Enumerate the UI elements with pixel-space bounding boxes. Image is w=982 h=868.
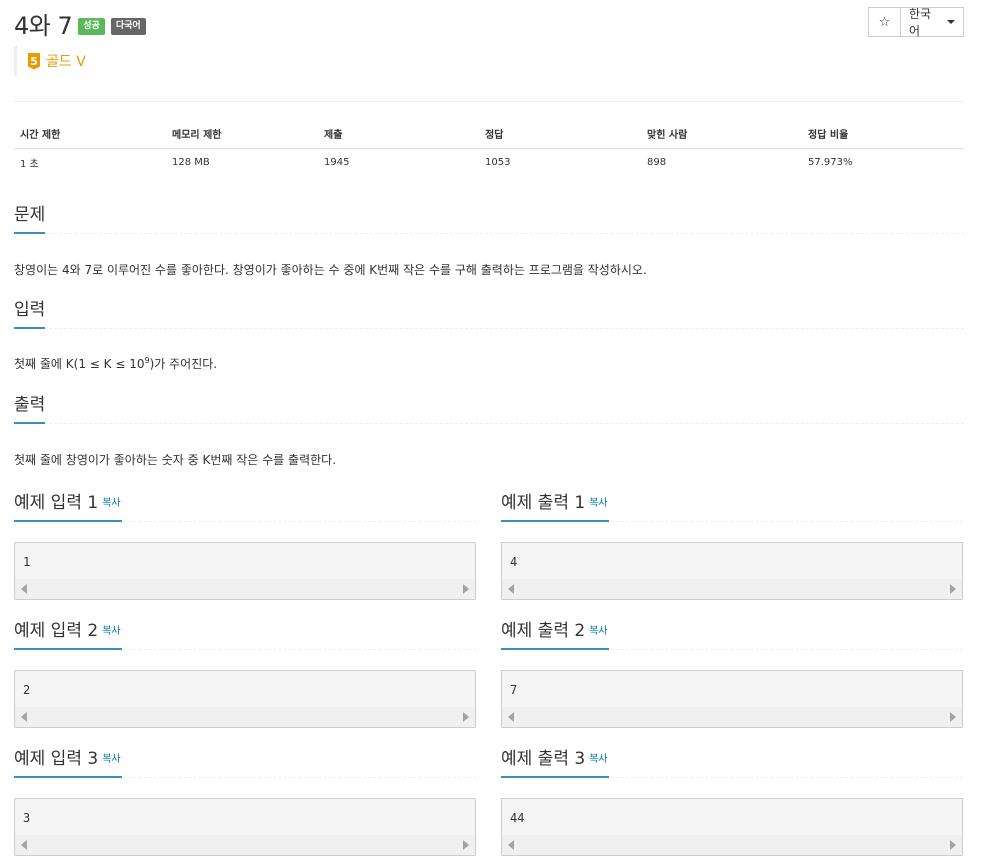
col-time-limit: 시간 제한 — [14, 120, 166, 149]
horizontal-scrollbar[interactable] — [502, 835, 962, 855]
ratio-value: 57.973% — [808, 156, 853, 168]
problem-section-header: 문제 — [14, 204, 964, 234]
sample-input-3-header: 예제 입력 3 복사 — [14, 748, 476, 778]
sample-input-3-value: 3 — [23, 811, 31, 825]
scroll-left-icon[interactable] — [21, 840, 27, 850]
sample-input-1-value: 1 — [23, 555, 31, 569]
horizontal-scrollbar[interactable] — [502, 707, 962, 727]
accepted-value: 1053 — [485, 156, 511, 168]
sample-output-3-value: 44 — [510, 811, 525, 825]
scroll-left-icon[interactable] — [21, 584, 27, 594]
table-row: 1 초 128 MB 1945 1053 898 57.973% — [14, 148, 964, 176]
star-icon: ☆ — [878, 14, 891, 30]
sample-input-3-title: 예제 입력 3 복사 — [14, 748, 122, 778]
submissions-value: 1945 — [324, 156, 350, 168]
scroll-right-icon[interactable] — [950, 840, 956, 850]
copy-button[interactable]: 복사 — [589, 754, 607, 765]
sample-input-2-box[interactable]: 2 — [14, 670, 476, 728]
sample-output-1-value: 4 — [510, 555, 518, 569]
time-limit-value: 1 초 — [20, 158, 39, 170]
sample-output-1-box[interactable]: 4 — [501, 542, 963, 600]
sample-input-2-title: 예제 입력 2 복사 — [14, 620, 122, 650]
problem-description: 창영이는 4와 7로 이루어진 수를 좋아한다. 창영이가 좋아하는 수 중에 … — [14, 263, 647, 277]
horizontal-scrollbar[interactable] — [15, 707, 475, 727]
copy-button[interactable]: 복사 — [102, 498, 120, 509]
horizontal-scrollbar[interactable] — [502, 579, 962, 599]
sample-input-1-box[interactable]: 1 — [14, 542, 476, 600]
star-button[interactable]: ☆ — [868, 7, 901, 37]
scroll-right-icon[interactable] — [950, 584, 956, 594]
sample-output-1-header: 예제 출력 1 복사 — [501, 492, 963, 522]
scroll-left-icon[interactable] — [508, 840, 514, 850]
chevron-down-icon — [947, 20, 955, 24]
sample-input-2-header: 예제 입력 2 복사 — [14, 620, 476, 650]
multilang-badge: 다국어 — [110, 17, 146, 35]
problem-info-table: 시간 제한 메모리 제한 제출 정답 맞힌 사람 정답 비율 1 초 128 M… — [14, 120, 964, 176]
sample-output-3-title: 예제 출력 3 복사 — [501, 748, 609, 778]
copy-button[interactable]: 복사 — [102, 754, 120, 765]
horizontal-scrollbar[interactable] — [15, 579, 475, 599]
copy-button[interactable]: 복사 — [102, 626, 120, 637]
col-solvers: 맞힌 사람 — [641, 120, 802, 149]
language-label: 한국어 — [909, 7, 932, 38]
tier-info: 5 골드 V — [14, 46, 86, 76]
output-description: 첫째 줄에 창영이가 좋아하는 숫자 중 K번째 작은 수를 출력한다. — [14, 453, 337, 467]
col-memory-limit: 메모리 제한 — [166, 120, 318, 149]
input-section-title: 입력 — [14, 299, 46, 329]
language-dropdown[interactable]: 한국어 — [900, 7, 964, 38]
problem-title: 4와 7 — [14, 11, 73, 40]
output-section-header: 출력 — [14, 394, 964, 424]
col-accepted: 정답 — [479, 120, 641, 149]
sample-output-2-title: 예제 출력 2 복사 — [501, 620, 609, 650]
input-text-part: 첫째 줄에 K(1 ≤ K ≤ 10 — [14, 357, 145, 371]
sample-output-3-box[interactable]: 44 — [501, 798, 963, 856]
tier-label[interactable]: 골드 V — [46, 51, 86, 71]
tier-icon: 5 — [28, 52, 40, 70]
col-submissions: 제출 — [318, 120, 479, 149]
divider — [14, 101, 964, 102]
table-header-row: 시간 제한 메모리 제한 제출 정답 맞힌 사람 정답 비율 — [14, 120, 964, 149]
input-description: 첫째 줄에 K(1 ≤ K ≤ 109)가 주어진다. — [14, 355, 217, 372]
sample-output-2-value: 7 — [510, 683, 518, 697]
scroll-left-icon[interactable] — [508, 712, 514, 722]
problem-section-title: 문제 — [14, 204, 46, 234]
scroll-left-icon[interactable] — [508, 584, 514, 594]
scroll-right-icon[interactable] — [463, 584, 469, 594]
scroll-right-icon[interactable] — [463, 840, 469, 850]
copy-button[interactable]: 복사 — [589, 498, 607, 509]
solved-badge: 성공 — [78, 17, 105, 35]
input-section-header: 입력 — [14, 299, 964, 329]
copy-button[interactable]: 복사 — [589, 626, 607, 637]
scroll-right-icon[interactable] — [463, 712, 469, 722]
horizontal-scrollbar[interactable] — [15, 835, 475, 855]
sample-output-2-box[interactable]: 7 — [501, 670, 963, 728]
sample-input-3-box[interactable]: 3 — [14, 798, 476, 856]
output-section-title: 출력 — [14, 394, 46, 424]
memory-limit-value: 128 MB — [172, 156, 210, 168]
problem-toolbar: ☆ 한국어 — [868, 7, 964, 38]
problem-header: 4와 7 성공 다국어 — [14, 8, 146, 40]
sample-input-2-value: 2 — [23, 683, 31, 697]
sample-input-1-title: 예제 입력 1 복사 — [14, 492, 122, 522]
scroll-right-icon[interactable] — [950, 712, 956, 722]
col-ratio: 정답 비율 — [802, 120, 964, 149]
sample-output-1-title: 예제 출력 1 복사 — [501, 492, 609, 522]
sample-output-2-header: 예제 출력 2 복사 — [501, 620, 963, 650]
sample-output-3-header: 예제 출력 3 복사 — [501, 748, 963, 778]
sample-input-1-header: 예제 입력 1 복사 — [14, 492, 476, 522]
input-text-part: )가 주어진다. — [149, 357, 218, 371]
scroll-left-icon[interactable] — [21, 712, 27, 722]
solvers-value: 898 — [647, 156, 667, 168]
